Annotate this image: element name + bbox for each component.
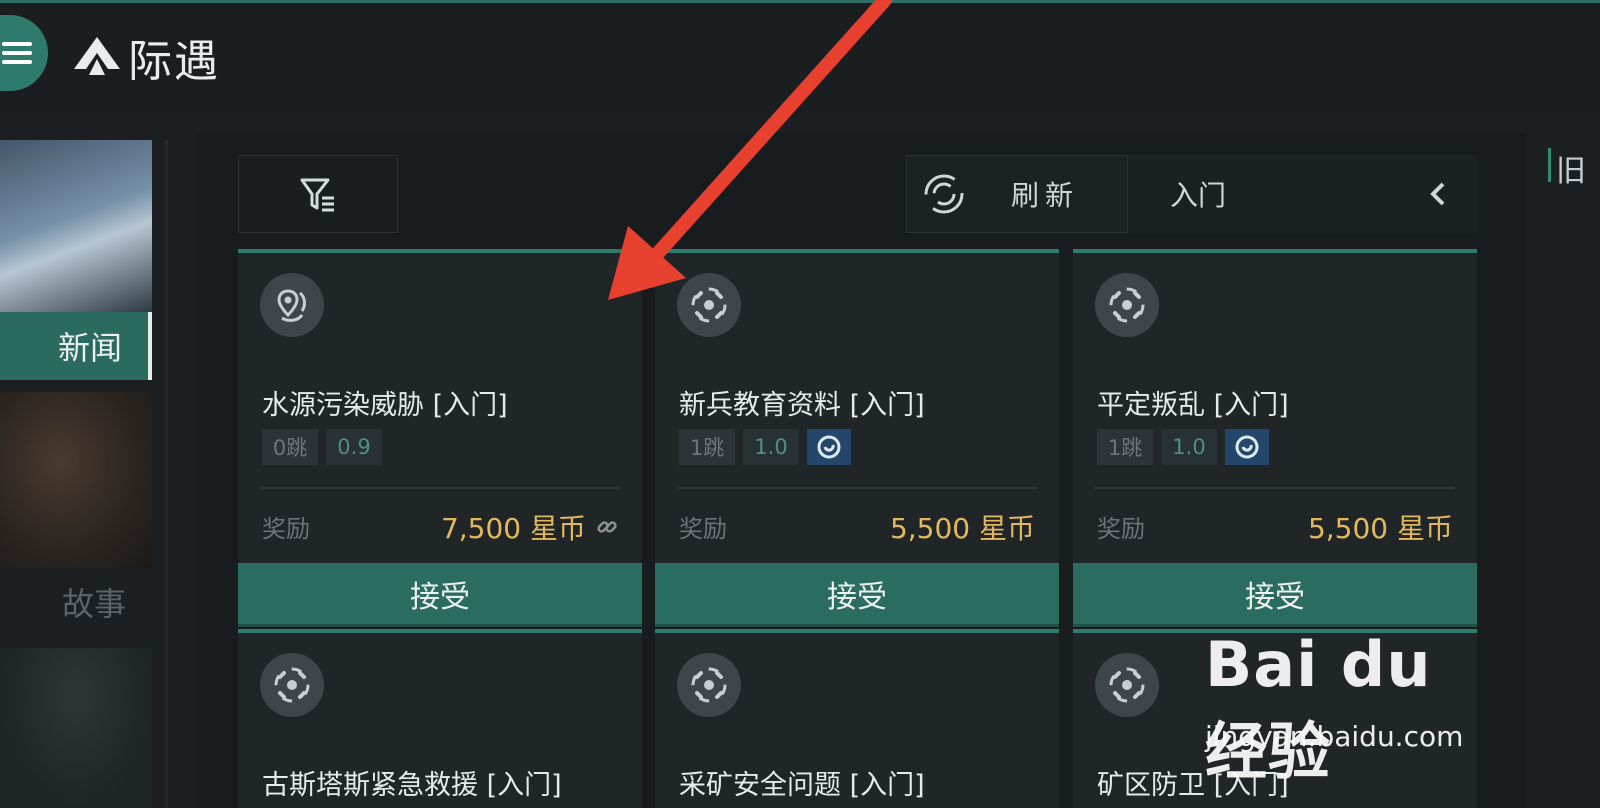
- menu-button[interactable]: [0, 15, 48, 91]
- target-icon: [1095, 653, 1159, 717]
- card-divider: [260, 487, 620, 489]
- mission-card[interactable]: 水源污染威胁 [入门] 0跳 0.9 奖励 7,500 星币 接受: [238, 249, 642, 627]
- brand: 际遇: [72, 25, 220, 89]
- accept-button[interactable]: 接受: [238, 563, 642, 627]
- level-dropdown[interactable]: 入门: [1128, 155, 1478, 233]
- card-divider: [1095, 487, 1455, 489]
- security-tag: 1.0: [743, 429, 799, 465]
- mission-tags: 0跳 0.9: [262, 429, 382, 465]
- corp-badge-icon: [807, 429, 851, 465]
- refresh-button[interactable]: 刷新: [906, 155, 1128, 233]
- target-icon: [260, 653, 324, 717]
- mission-title: 水源污染威胁 [入门]: [262, 390, 508, 421]
- jump-tag: 1跳: [679, 429, 735, 465]
- target-icon: [677, 653, 741, 717]
- nav-item-story[interactable]: 故事: [0, 568, 152, 636]
- right-tab-label[interactable]: 旧: [1556, 146, 1586, 190]
- mission-tags: 1跳 1.0: [1097, 429, 1269, 465]
- mission-card[interactable]: 古斯塔斯紧急救援 [入门]: [238, 629, 642, 808]
- accept-button[interactable]: 接受: [1073, 563, 1477, 627]
- left-panel: 新闻 故事: [0, 140, 152, 808]
- reward-amount: 5,500 星币: [1308, 507, 1453, 547]
- extra-thumbnail[interactable]: [0, 648, 152, 808]
- reward-amount: 7,500 星币: [441, 507, 618, 547]
- filter-icon: [300, 178, 334, 212]
- map-pin-icon: [260, 273, 324, 337]
- reward-value: 5,500 星币: [889, 512, 1035, 545]
- reward-label: 奖励: [262, 515, 310, 543]
- security-tag: 1.0: [1161, 429, 1217, 465]
- app-title: 际遇: [128, 36, 220, 87]
- target-icon: [677, 273, 741, 337]
- hamburger-icon: [2, 42, 32, 64]
- card-divider: [677, 487, 1037, 489]
- mission-title: 古斯塔斯紧急救援 [入门]: [262, 770, 562, 801]
- refresh-icon: [924, 174, 964, 214]
- security-tag: 0.9: [326, 429, 382, 465]
- reward-label: 奖励: [1097, 515, 1145, 543]
- chevron-left-icon: [1430, 182, 1445, 206]
- mission-card[interactable]: 平定叛乱 [入门] 1跳 1.0 奖励 5,500 星币 接受: [1073, 249, 1477, 627]
- reward-label: 奖励: [679, 515, 727, 543]
- baidu-watermark: Bai du 经验 jingyan.baidu.com: [1205, 628, 1495, 788]
- mission-title: 新兵教育资料 [入门]: [679, 390, 925, 421]
- link-icon[interactable]: [596, 516, 618, 538]
- reward-amount: 5,500 星币: [890, 507, 1035, 547]
- corp-badge-icon: [1225, 429, 1269, 465]
- jump-tag: 0跳: [262, 429, 318, 465]
- level-value: 入门: [1170, 179, 1227, 212]
- mission-card[interactable]: 采矿安全问题 [入门]: [655, 629, 1059, 808]
- watermark-url: jingyan.baidu.com: [1205, 720, 1464, 753]
- refresh-label: 刷新: [1011, 179, 1080, 212]
- right-tab-marker: [1548, 148, 1551, 182]
- mission-card[interactable]: 新兵教育资料 [入门] 1跳 1.0 奖励 5,500 星币 接受: [655, 249, 1059, 627]
- mission-title: 平定叛乱 [入门]: [1097, 390, 1289, 421]
- filter-button[interactable]: [238, 155, 398, 233]
- story-thumbnail[interactable]: [0, 392, 152, 568]
- accept-button[interactable]: 接受: [655, 563, 1059, 627]
- reward-value: 5,500 星币: [1307, 512, 1453, 545]
- news-thumbnail[interactable]: [0, 140, 152, 312]
- mission-tags: 1跳 1.0: [679, 429, 851, 465]
- nav-item-news[interactable]: 新闻: [0, 312, 152, 380]
- mission-title: 采矿安全问题 [入门]: [679, 770, 925, 801]
- watermark-logo: Bai du 经验: [1205, 628, 1432, 788]
- app-header: 际遇: [0, 3, 1600, 113]
- reward-value: 7,500 星币: [440, 512, 586, 545]
- left-divider: [165, 140, 168, 808]
- target-icon: [1095, 273, 1159, 337]
- encounter-logo-icon: [74, 37, 120, 75]
- jump-tag: 1跳: [1097, 429, 1153, 465]
